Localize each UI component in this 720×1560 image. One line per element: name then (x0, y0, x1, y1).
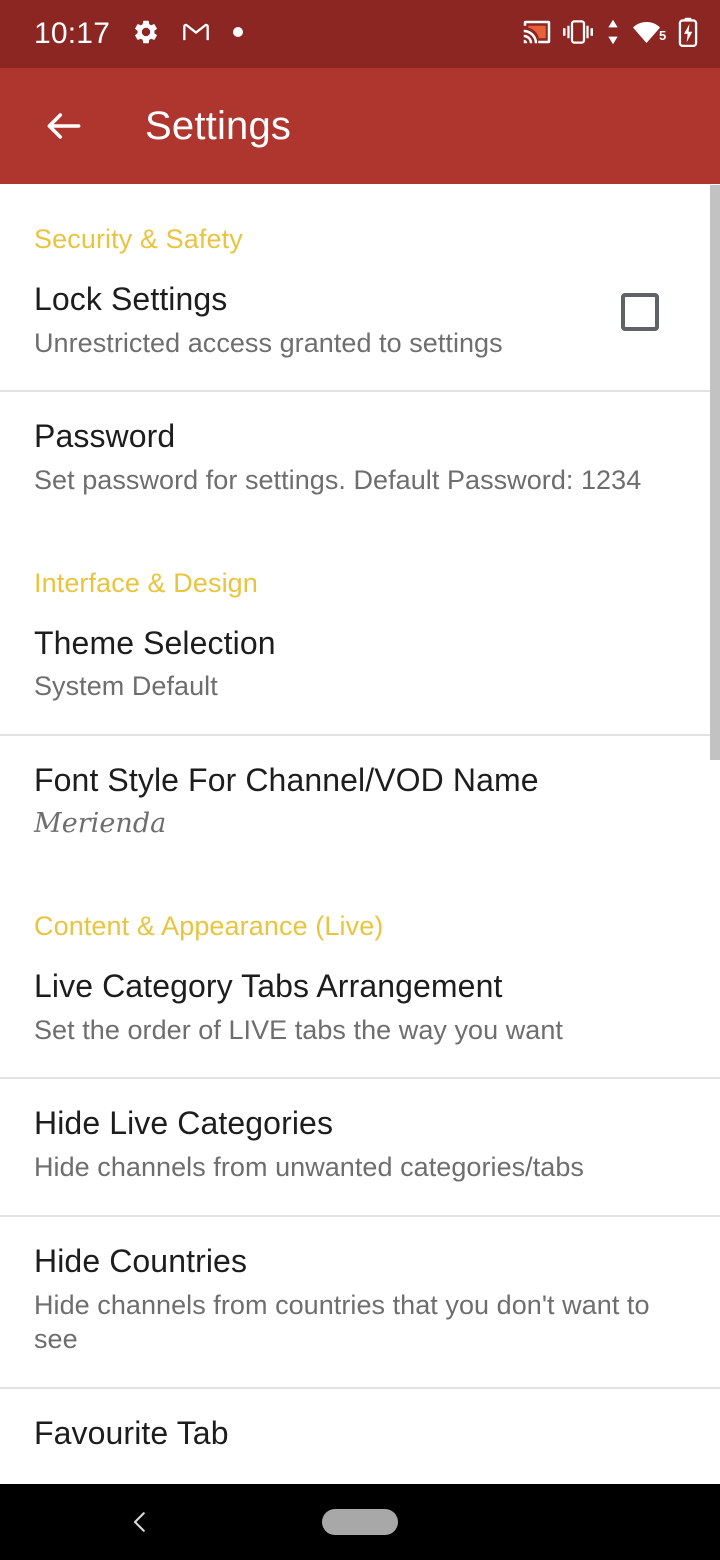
pref-title: Hide Countries (34, 1242, 248, 1279)
status-bar-left: 10:17 (34, 18, 244, 51)
pref-hide-countries[interactable]: Hide Countries Hide channels from countr… (0, 1217, 720, 1387)
app-bar: Settings (0, 68, 720, 184)
page-title: Settings (145, 103, 292, 148)
pref-text-block: Theme Selection System Default (34, 625, 686, 704)
pref-password[interactable]: Password Set password for settings. Defa… (0, 392, 720, 527)
pref-title: Theme Selection (34, 624, 276, 661)
status-bar: 10:17 5 (0, 0, 720, 68)
status-bar-right: 5 (522, 17, 698, 52)
lock-settings-checkbox[interactable] (621, 293, 659, 331)
pref-title: Hide Live Categories (34, 1105, 334, 1142)
pref-text-block: Lock Settings Unrestricted access grante… (34, 281, 621, 360)
chevron-left-icon (133, 1512, 145, 1532)
pref-text-block: Favourite Tab (34, 1415, 686, 1460)
nav-back-button[interactable] (118, 1500, 162, 1544)
pref-title: Password (34, 418, 176, 455)
pref-summary: Merienda (34, 807, 167, 839)
pref-text-block: Live Category Tabs Arrangement Set the o… (34, 968, 686, 1047)
pref-hide-live-categories[interactable]: Hide Live Categories Hide channels from … (0, 1079, 720, 1214)
pref-summary: Set password for settings. Default Passw… (34, 465, 642, 496)
pref-font-style[interactable]: Font Style For Channel/VOD Name Merienda (0, 736, 720, 871)
pref-summary: Set the order of LIVE tabs the way you w… (34, 1014, 563, 1045)
svg-text:5: 5 (659, 28, 666, 43)
navigation-bar (0, 1484, 720, 1560)
scrollbar-track[interactable] (710, 184, 720, 1484)
cast-icon (522, 17, 552, 52)
data-transfer-icon (604, 18, 622, 51)
back-button[interactable] (36, 98, 92, 154)
section-header-security: Security & Safety (34, 224, 243, 254)
pref-title: Live Category Tabs Arrangement (34, 968, 503, 1005)
pref-summary: Hide channels from unwanted categories/t… (34, 1152, 584, 1183)
battery-charging-icon (678, 17, 698, 52)
section-header-content: Content & Appearance (Live) (34, 911, 384, 942)
gmail-icon (182, 18, 210, 51)
pref-summary: System Default (34, 671, 218, 702)
pref-text-block: Password Set password for settings. Defa… (34, 418, 686, 497)
pref-title: Favourite Tab (34, 1414, 229, 1451)
phone-screen: 10:17 5 Settings Security & Safety Lock … (0, 0, 720, 1560)
nav-home-pill[interactable] (322, 1509, 398, 1535)
arrow-left-icon (47, 113, 81, 139)
settings-list[interactable]: Security & Safety Lock Settings Unrestri… (0, 184, 720, 1484)
pref-text-block: Font Style For Channel/VOD Name Merienda (34, 762, 686, 841)
pref-title: Font Style For Channel/VOD Name (34, 761, 539, 798)
gear-icon (132, 18, 160, 51)
pref-summary: Unrestricted access granted to settings (34, 327, 503, 358)
pref-favourite-tab[interactable]: Favourite Tab (0, 1389, 720, 1484)
pref-theme-selection[interactable]: Theme Selection System Default (0, 599, 720, 734)
pref-text-block: Hide Live Categories Hide channels from … (34, 1105, 686, 1184)
pref-summary: Hide channels from countries that you do… (34, 1289, 650, 1355)
wifi-5-icon: 5 (633, 18, 667, 51)
pref-live-category-tabs-arrangement[interactable]: Live Category Tabs Arrangement Set the o… (0, 942, 720, 1077)
dot-icon (232, 25, 244, 43)
pref-lock-settings[interactable]: Lock Settings Unrestricted access grante… (0, 255, 720, 390)
vibrate-icon (563, 17, 593, 52)
pref-text-block: Hide Countries Hide channels from countr… (34, 1243, 686, 1357)
section-header-interface: Interface & Design (34, 567, 258, 598)
scrollbar-thumb[interactable] (710, 185, 720, 760)
status-time: 10:17 (34, 17, 111, 50)
pref-title: Lock Settings (34, 281, 228, 317)
